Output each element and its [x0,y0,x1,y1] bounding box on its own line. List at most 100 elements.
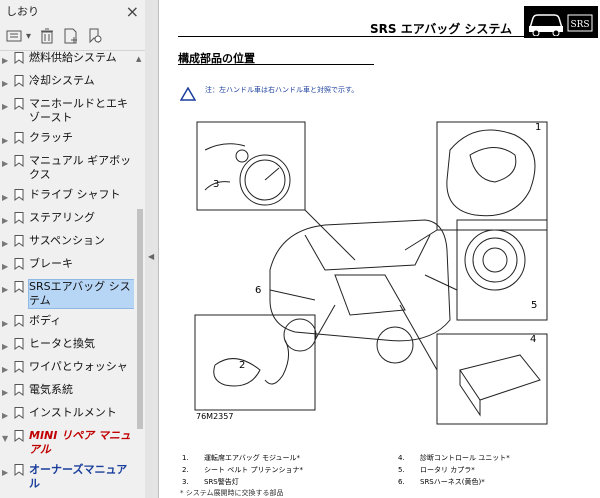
legend-number: 4. [398,454,405,462]
collapse-panel-icon[interactable]: ◀ [148,252,154,261]
expand-right-icon[interactable]: ▶ [2,360,14,377]
new-bookmark-button[interactable] [63,28,79,44]
bookmark-item[interactable]: ▶ サスペンション [0,231,134,254]
bookmark-label: 燃料供給システム [29,51,117,64]
section-rule [178,64,374,65]
bookmark-item[interactable]: ▶ ステアリング [0,208,134,231]
trash-icon [41,28,54,44]
expand-right-icon[interactable]: ▶ [2,234,14,251]
find-bookmark-button[interactable] [87,28,103,44]
diagnostic-control-unit-inset [436,333,548,425]
bookmarks-toolbar: ▾ [0,22,145,51]
bookmark-icon [14,384,24,396]
legend-entry: 1. 運転席エアバッグ モジュール* [182,452,303,464]
bookmarks-header: しおり × [0,0,145,22]
options-menu-button[interactable]: ▾ [6,29,31,43]
legend-entry: 3. SRS警告灯 [182,476,303,488]
legend-entry: 2. シート ベルト プリテンショナ* [182,464,303,476]
legend-text: SRSハーネス(黄色)* [420,478,485,486]
bookmark-item[interactable]: ▶ 電気系統 [0,380,134,403]
bookmark-item[interactable]: ▶ SRSエアバッグ システム [0,277,134,311]
expand-right-icon[interactable]: ▶ [2,51,14,68]
bookmarks-scrollbar[interactable]: ▲ [135,54,145,498]
callout-3: 3 [213,179,219,190]
bookmark-icon [14,98,24,110]
legend-number: 3. [182,478,189,486]
expand-right-icon[interactable]: ▶ [2,337,14,354]
expand-right-icon[interactable]: ▶ [2,211,14,228]
legend-text: シート ベルト プリテンショナ* [204,466,303,474]
expand-right-icon[interactable]: ▶ [2,188,14,205]
expand-right-icon[interactable]: ▶ [2,257,14,274]
bookmark-icon [14,132,24,144]
figure-id: 76M2357 [196,412,234,421]
bookmark-label: マニホールドとエキゾースト [29,97,128,124]
chevron-down-icon: ▾ [26,30,32,42]
bookmarks-title: しおり [6,5,39,18]
bookmark-item[interactable]: ▶ ブレーキ [0,254,134,277]
bookmark-icon [14,281,24,293]
callout-4: 4 [530,334,536,345]
srs-warning-lamp-inset [196,121,306,211]
legend-text: 診断コントロール ユニット* [420,454,510,462]
legend-entry: 5. ロータリ カプラ* [398,464,510,476]
bookmark-label: MINI リペア マニュアル [29,429,131,456]
bookmark-label: 電気系統 [29,383,73,396]
bookmark-label: ワイパとウォッシャ [29,360,128,373]
bookmark-icon [14,155,24,167]
bookmark-label: サスペンション [29,234,106,247]
bookmark-item[interactable]: ▶ マニホールドとエキゾースト [0,94,134,128]
panel-splitter[interactable]: ◀ [145,0,159,498]
seatbelt-pretensioner-inset [194,314,316,411]
close-icon[interactable]: × [126,2,139,21]
bookmark-label: ドライブ シャフト [29,188,121,201]
expand-right-icon[interactable]: ▶ [2,280,14,297]
bookmark-item[interactable]: ▶ 燃料供給システム [0,48,134,71]
bookmark-item[interactable]: ▶ ドライブ シャフト [0,185,134,208]
bookmark-label: SRSエアバッグ システム [28,279,134,309]
bookmark-item[interactable]: ▶ オーナーズマニュアル [0,460,134,494]
expand-right-icon[interactable]: ▶ [2,463,14,480]
expand-right-icon[interactable]: ▶ [2,406,14,423]
bookmark-label: インストルメント [29,406,117,419]
expand-right-icon[interactable]: ▶ [2,74,14,91]
callout-1: 1 [535,122,541,133]
expand-right-icon[interactable]: ▶ [2,131,14,148]
bookmark-item[interactable]: ▶ マニュアル ギアボックス [0,151,134,185]
caution-note: 注：左ハンドル車は右ハンドル車と対照で示す。 [205,86,359,94]
add-bookmark-icon [64,28,78,44]
caution-triangle-icon [180,87,196,101]
bookmark-search-icon [89,28,102,44]
bookmark-label: クラッチ [29,131,73,144]
bookmark-item[interactable]: ▶ クラッチ [0,128,134,151]
expand-right-icon[interactable]: ▶ [2,314,14,331]
logo-text: SRS [570,20,589,30]
bookmark-icon [14,258,24,270]
bookmark-item[interactable]: ▶ 冷却システム [0,71,134,94]
callout-2: 2 [239,360,245,371]
bookmark-label: オーナーズマニュアル [29,463,128,490]
bookmark-item[interactable]: ▶ ボディ [0,311,134,334]
expand-right-icon[interactable]: ▶ [2,154,14,171]
bookmark-item[interactable]: ▶ ワイパとウォッシャ [0,357,134,380]
expand-right-icon[interactable]: ▶ [2,97,14,114]
car-airbag-icon: SRS [528,14,593,37]
expand-down-icon[interactable]: ▼ [2,429,14,446]
scrollbar-thumb[interactable] [137,209,143,429]
bookmark-icon [14,52,24,64]
bookmark-icon [14,212,24,224]
bookmark-label: 冷却システム [29,74,95,87]
header-rule [178,36,598,37]
bookmark-item[interactable]: ▶ インストルメント [0,403,134,426]
scroll-up-icon[interactable]: ▲ [136,55,141,63]
footnote: * システム展開時に交換する部品 [180,489,284,497]
bookmarks-panel: しおり × ▾ ▶ 燃料供給システム ▶ 冷却システム ▶ マニホールドとエキゾ… [0,0,146,498]
delete-bookmark-button[interactable] [39,28,55,44]
bookmark-item[interactable]: ▼ MINI リペア マニュアル [0,426,134,460]
bookmark-icon [14,235,24,247]
expand-right-icon[interactable]: ▶ [2,383,14,400]
bookmark-icon [14,338,24,350]
bookmark-item[interactable]: ▶ ヒータと換気 [0,334,134,357]
bookmark-icon [14,75,24,87]
legend-text: SRS警告灯 [204,478,239,486]
